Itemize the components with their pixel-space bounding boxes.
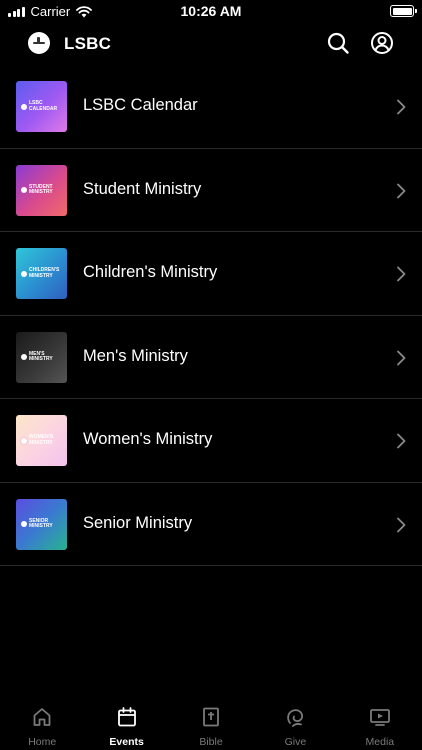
tab-home[interactable]: Home [0,700,84,750]
search-icon[interactable] [325,30,351,56]
list-item-label: Senior Ministry [83,513,193,532]
chevron-right-icon [397,517,406,532]
childrens-ministry-thumbnail: CHILDREN'S MINISTRY [16,248,67,299]
thumbnail-text: LSBC CALENDAR [29,100,58,112]
tab-media[interactable]: Media [338,700,422,750]
thumbnail-text: SENIOR MINISTRY [29,517,53,529]
battery-icon [390,5,417,17]
list-item-label: Men's Ministry [83,346,188,365]
brand-logo-icon [21,270,27,277]
list-item-lsbc-calendar[interactable]: LSBC CALENDAR LSBC Calendar [0,65,422,149]
chevron-right-icon [397,183,406,198]
list-item-label: LSBC Calendar [83,96,198,114]
status-time: 10:26 AM [180,3,242,19]
media-icon [369,709,390,726]
home-icon [33,708,51,726]
thumbnail-text: CHILDREN'S MINISTRY [29,267,60,279]
brand-logo-icon [21,521,27,527]
brand-logo-icon [21,103,27,110]
tab-label: Bible [199,736,223,748]
tab-label: Home [28,736,57,748]
ministry-list: LSBC CALENDAR LSBC Calendar STUDENT MINI… [0,65,422,566]
chevron-right-icon [397,99,406,115]
account-icon[interactable] [369,30,395,56]
brand-logo-icon [21,187,27,193]
tab-bible[interactable]: Bible [169,700,253,750]
chevron-right-icon [397,350,406,365]
status-bar: Carrier 10:26 AM [0,0,422,22]
give-icon [287,709,304,727]
list-item-mens-ministry[interactable]: MEN'S MINISTRY Men's Ministry [0,316,422,399]
app-header: LSBC [0,26,422,62]
womens-ministry-thumbnail: WOMEN'S MINISTRY [16,415,67,466]
brand-logo-icon [21,437,27,444]
lsbc-calendar-thumbnail: LSBC CALENDAR [16,81,67,132]
list-item-childrens-ministry[interactable]: CHILDREN'S MINISTRY Children's Ministry [0,232,422,316]
thumbnail-text: STUDENT MINISTRY [29,183,53,195]
thumbnail-text: WOMEN'S MINISTRY [29,434,54,446]
list-item-senior-ministry[interactable]: SENIOR MINISTRY Senior Ministry [0,483,422,566]
mens-ministry-thumbnail: MEN'S MINISTRY [16,331,67,383]
thumbnail-text: MEN'S MINISTRY [29,350,53,362]
tab-label: Give [284,736,307,748]
list-item-womens-ministry[interactable]: WOMEN'S MINISTRY Women's Ministry [0,399,422,483]
senior-ministry-thumbnail: SENIOR MINISTRY [16,498,67,550]
chevron-right-icon [397,266,406,282]
list-item-label: Women's Ministry [83,430,213,448]
brand-logo-icon [21,354,27,360]
tab-label: Media [365,736,395,748]
bible-icon [203,707,219,727]
list-item-student-ministry[interactable]: STUDENT MINISTRY Student Ministry [0,149,422,232]
tab-events[interactable]: Events [84,700,168,750]
list-item-label: Student Ministry [83,179,202,198]
student-ministry-thumbnail: STUDENT MINISTRY [16,164,67,216]
calendar-icon [117,707,136,727]
chevron-right-icon [397,433,406,449]
logo-icon[interactable] [28,32,50,54]
tab-bar: Home Events Bible Give Media [0,700,422,750]
list-item-label: Children's Ministry [83,263,218,281]
tab-give[interactable]: Give [253,700,337,750]
tab-label: Events [109,736,144,748]
page-title: LSBC [64,34,112,53]
